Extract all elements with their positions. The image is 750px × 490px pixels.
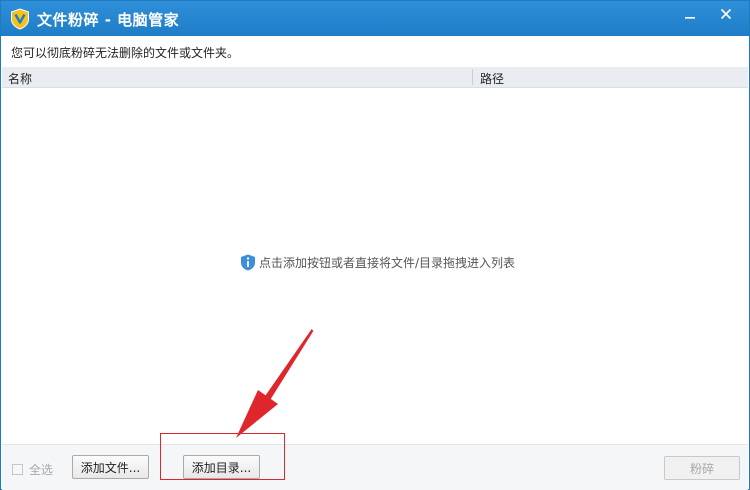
checkbox-box[interactable] bbox=[12, 464, 23, 475]
column-separator[interactable] bbox=[472, 69, 473, 85]
shred-button[interactable]: 粉碎 bbox=[664, 456, 740, 480]
description-text: 您可以彻底粉碎无法删除的文件或文件夹。 bbox=[11, 46, 240, 60]
info-icon bbox=[241, 254, 255, 271]
column-header-path[interactable]: 路径 bbox=[480, 70, 504, 87]
list-header: 名称 路径 bbox=[2, 67, 748, 88]
select-all-label: 全选 bbox=[29, 463, 54, 477]
close-icon bbox=[720, 8, 732, 20]
minimize-icon bbox=[685, 17, 695, 19]
file-shredder-window: 文件粉碎 - 电脑管家 您可以彻底粉碎无法删除的文件或文件夹。 名称 路径 点击… bbox=[0, 0, 750, 490]
empty-list-hint-text: 点击添加按钮或者直接将文件/目录拖拽进入列表 bbox=[259, 256, 516, 270]
window-title: 文件粉碎 - 电脑管家 bbox=[37, 11, 180, 29]
close-button[interactable] bbox=[709, 1, 743, 27]
minimize-button[interactable] bbox=[673, 1, 707, 27]
empty-list-hint: 点击添加按钮或者直接将文件/目录拖拽进入列表 bbox=[240, 254, 515, 271]
tencent-pc-manager-logo-icon bbox=[11, 8, 29, 30]
annotation-highlight-box bbox=[160, 433, 285, 480]
file-list[interactable]: 点击添加按钮或者直接将文件/目录拖拽进入列表 bbox=[2, 88, 748, 444]
title-bar[interactable]: 文件粉碎 - 电脑管家 bbox=[1, 1, 749, 36]
column-header-name[interactable]: 名称 bbox=[8, 70, 32, 87]
select-all-checkbox[interactable]: 全选 bbox=[12, 461, 53, 478]
add-file-button[interactable]: 添加文件... bbox=[72, 455, 149, 479]
bottom-toolbar: 全选 添加文件... 添加目录... 粉碎 bbox=[2, 444, 748, 490]
